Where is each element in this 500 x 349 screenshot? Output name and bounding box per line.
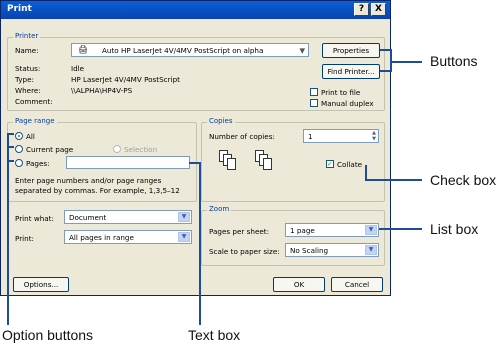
printer-name-select[interactable]: 🖨 Auto HP LaserJet 4V/4MV PostScript on … xyxy=(71,43,309,57)
page-range-hint-line1: Enter page numbers and/or page ranges xyxy=(15,176,162,185)
spin-down-icon[interactable]: ▼ xyxy=(372,136,376,142)
chevron-down-icon: ▼ xyxy=(178,212,190,222)
print-what-value: Document xyxy=(69,213,107,222)
printer-group-label: Printer xyxy=(13,32,41,40)
help-button[interactable]: ? xyxy=(354,3,369,16)
callout-check-box: Check box xyxy=(430,172,497,188)
status-value: Idle xyxy=(71,64,85,73)
close-button[interactable]: X xyxy=(371,3,386,16)
status-label: Status: xyxy=(15,64,41,73)
selection-radio[interactable] xyxy=(113,145,121,153)
pages-radio[interactable] xyxy=(15,159,23,167)
collate-label: Collate xyxy=(337,160,363,169)
callout-option-buttons: Option buttons xyxy=(2,327,94,343)
selection-label: Selection xyxy=(124,145,158,154)
manual-duplex-checkbox[interactable] xyxy=(310,99,318,107)
copies-value: 1 xyxy=(308,132,313,141)
chevron-down-icon: ▼ xyxy=(365,245,377,255)
zoom-group: Zoom xyxy=(201,205,385,266)
print-to-file-checkbox[interactable] xyxy=(310,88,318,96)
callout-buttons: Buttons xyxy=(430,53,478,69)
pages-label: Pages: xyxy=(26,159,50,168)
comment-label: Comment: xyxy=(15,97,53,106)
print-label: Print: xyxy=(15,234,34,243)
where-label: Where: xyxy=(15,86,41,95)
pages-per-sheet-select[interactable]: 1 page ▼ xyxy=(285,223,379,237)
page-range-hint-line2: separated by commas. For example, 1,3,5–… xyxy=(15,186,180,195)
where-value: \\ALPHA\HP4V-PS xyxy=(71,86,133,95)
print-to-file-label: Print to file xyxy=(321,88,361,97)
chevron-down-icon: ▼ xyxy=(178,232,190,242)
print-select[interactable]: All pages in range ▼ xyxy=(64,230,192,244)
copies-spinner[interactable]: 1 ▲ ▼ xyxy=(303,129,379,143)
pages-per-sheet-label: Pages per sheet: xyxy=(209,227,270,236)
callout-text-box: Text box xyxy=(188,327,241,343)
find-printer-button[interactable]: Find Printer... xyxy=(322,64,380,79)
type-label: Type: xyxy=(15,75,34,84)
printer-name-value: Auto HP LaserJet 4V/4MV PostScript on al… xyxy=(102,46,264,55)
pages-input[interactable] xyxy=(66,156,190,169)
current-page-radio[interactable] xyxy=(15,145,23,153)
chevron-down-icon: ▼ xyxy=(299,46,305,55)
chevron-down-icon: ▼ xyxy=(365,225,377,235)
print-what-label: Print what: xyxy=(15,214,54,223)
print-value: All pages in range xyxy=(69,233,134,242)
page-range-group-label: Page range xyxy=(13,117,57,125)
copies-group-label: Copies xyxy=(207,117,235,125)
callout-list-box: List box xyxy=(430,221,479,237)
zoom-group-label: Zoom xyxy=(207,205,232,213)
number-of-copies-label: Number of copies: xyxy=(209,132,275,141)
pages-per-sheet-value: 1 page xyxy=(290,226,315,235)
ok-button[interactable]: OK xyxy=(273,277,325,292)
options-button[interactable]: Options... xyxy=(13,277,69,292)
printer-icon: 🖨 xyxy=(78,45,89,54)
print-what-select[interactable]: Document ▼ xyxy=(64,210,192,224)
scale-to-paper-select[interactable]: No Scaling ▼ xyxy=(285,243,379,257)
dialog-title: Print xyxy=(7,4,32,14)
printer-name-label: Name: xyxy=(15,46,39,55)
scale-to-paper-value: No Scaling xyxy=(290,246,329,255)
cancel-button[interactable]: Cancel xyxy=(331,277,383,292)
properties-button[interactable]: Properties xyxy=(322,43,380,58)
scale-to-paper-label: Scale to paper size: xyxy=(209,247,280,256)
print-dialog: Print ? X Printer Name: 🖨 Auto HP LaserJ… xyxy=(0,0,391,296)
type-value: HP LaserJet 4V/4MV PostScript xyxy=(71,75,180,84)
title-bar: Print ? X xyxy=(1,1,390,19)
all-label: All xyxy=(26,132,35,141)
all-radio[interactable] xyxy=(15,132,23,140)
manual-duplex-label: Manual duplex xyxy=(321,99,374,108)
collate-checkbox[interactable]: ✓ xyxy=(326,160,334,168)
current-page-label: Current page xyxy=(26,145,74,154)
